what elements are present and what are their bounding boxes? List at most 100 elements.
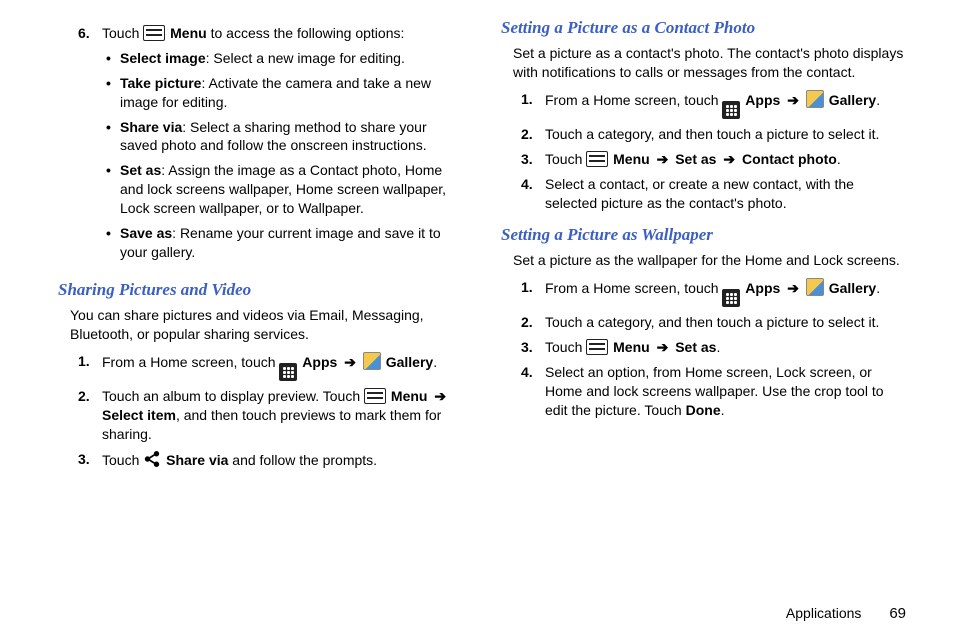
bullet-icon: • <box>106 118 120 137</box>
apps-label: Apps <box>302 354 337 370</box>
arrow-icon: ➔ <box>434 387 446 406</box>
page-footer: Applications 69 <box>786 605 906 622</box>
step-body: Touch Share via and follow the prompts. <box>102 450 463 470</box>
page-number: 69 <box>889 605 906 622</box>
sharing-intro: You can share pictures and videos via Em… <box>70 306 463 344</box>
option-title: Save as <box>120 225 172 241</box>
step-body: Select a contact, or create a new contac… <box>545 175 906 213</box>
option-title: Select image <box>120 50 206 66</box>
option-text: : Assign the image as a Contact photo, H… <box>120 162 446 216</box>
bullet-icon: • <box>106 224 120 243</box>
contactphoto-label: Contact photo <box>742 151 837 167</box>
step-number: 4. <box>521 175 545 194</box>
text: From a Home screen, touch <box>545 280 722 296</box>
step-number: 2. <box>521 313 545 332</box>
text: Touch <box>102 25 143 41</box>
text: From a Home screen, touch <box>102 354 279 370</box>
menu-label: Menu <box>613 151 650 167</box>
setas-label: Set as <box>675 339 716 355</box>
list-item: 4. Select an option, from Home screen, L… <box>521 363 906 420</box>
step-body: From a Home screen, touch Apps ➔ Gallery… <box>102 352 463 382</box>
footer-section: Applications <box>786 605 862 621</box>
text: Touch <box>545 151 586 167</box>
list-item: 1. From a Home screen, touch Apps ➔ Gall… <box>521 90 906 120</box>
setas-label: Set as <box>675 151 716 167</box>
step-body: Touch Menu ➔ Set as. <box>545 338 906 357</box>
list-item: 2. Touch a category, and then touch a pi… <box>521 313 906 332</box>
arrow-icon: ➔ <box>787 91 799 110</box>
step-6-list: 6. Touch Menu to access the following op… <box>78 24 463 268</box>
share-icon <box>143 450 161 468</box>
menu-icon <box>143 25 165 41</box>
arrow-icon: ➔ <box>723 150 735 169</box>
option-title: Set as <box>120 162 161 178</box>
list-item: •Set as: Assign the image as a Contact p… <box>106 161 463 218</box>
apps-icon <box>722 289 740 307</box>
done-label: Done <box>686 402 721 418</box>
bullet-icon: • <box>106 74 120 93</box>
share-via-label: Share via <box>166 452 228 468</box>
text: From a Home screen, touch <box>545 92 722 108</box>
list-item: 6. Touch Menu to access the following op… <box>78 24 463 268</box>
menu-label: Menu <box>391 388 428 404</box>
step-body: Touch Menu to access the following optio… <box>102 24 463 268</box>
apps-label: Apps <box>745 92 780 108</box>
heading-sharing: Sharing Pictures and Video <box>58 280 463 300</box>
list-item: 3. Touch Share via and follow the prompt… <box>78 450 463 470</box>
list-item: 3. Touch Menu ➔ Set as. <box>521 338 906 357</box>
heading-wallpaper: Setting a Picture as Wallpaper <box>501 225 906 245</box>
list-item: 2. Touch an album to display preview. To… <box>78 387 463 444</box>
list-item: 3. Touch Menu ➔ Set as ➔ Contact photo. <box>521 150 906 169</box>
menu-label: Menu <box>170 25 207 41</box>
option-title: Share via <box>120 119 182 135</box>
arrow-icon: ➔ <box>657 338 669 357</box>
heading-contact-photo: Setting a Picture as a Contact Photo <box>501 18 906 38</box>
sharing-steps: 1. From a Home screen, touch Apps ➔ Gall… <box>78 352 463 470</box>
text: . <box>721 402 725 418</box>
wallpaper-intro: Set a picture as the wallpaper for the H… <box>513 251 906 270</box>
step-number: 2. <box>78 387 102 406</box>
step-number: 1. <box>521 278 545 297</box>
step-body: From a Home screen, touch Apps ➔ Gallery… <box>545 278 906 308</box>
right-column: Setting a Picture as a Contact Photo Set… <box>501 18 906 626</box>
left-column: 6. Touch Menu to access the following op… <box>58 18 463 626</box>
bullet-icon: • <box>106 161 120 180</box>
contact-steps: 1. From a Home screen, touch Apps ➔ Gall… <box>521 90 906 213</box>
step-number: 6. <box>78 24 102 43</box>
gallery-label: Gallery <box>829 92 876 108</box>
step-number: 4. <box>521 363 545 382</box>
list-item: 2. Touch a category, and then touch a pi… <box>521 125 906 144</box>
step-body: Touch a category, and then touch a pictu… <box>545 125 906 144</box>
list-item: 4. Select a contact, or create a new con… <box>521 175 906 213</box>
step-body: Touch Menu ➔ Set as ➔ Contact photo. <box>545 150 906 169</box>
text: to access the following options: <box>211 25 405 41</box>
text: . <box>433 354 437 370</box>
apps-icon <box>722 101 740 119</box>
step-body: From a Home screen, touch Apps ➔ Gallery… <box>545 90 906 120</box>
gallery-icon <box>806 278 824 296</box>
document-page: 6. Touch Menu to access the following op… <box>0 0 954 636</box>
step-number: 3. <box>521 150 545 169</box>
step-number: 3. <box>78 450 102 469</box>
apps-label: Apps <box>745 280 780 296</box>
menu-label: Menu <box>613 339 650 355</box>
step-number: 1. <box>521 90 545 109</box>
arrow-icon: ➔ <box>344 353 356 372</box>
text: . <box>876 280 880 296</box>
step-body: Touch an album to display preview. Touch… <box>102 387 463 444</box>
wallpaper-steps: 1. From a Home screen, touch Apps ➔ Gall… <box>521 278 906 420</box>
step-number: 3. <box>521 338 545 357</box>
step-body: Touch a category, and then touch a pictu… <box>545 313 906 332</box>
text: Touch <box>545 339 586 355</box>
menu-icon <box>586 339 608 355</box>
apps-icon <box>279 363 297 381</box>
text: Touch <box>102 452 143 468</box>
text: . <box>876 92 880 108</box>
text: and follow the prompts. <box>228 452 377 468</box>
gallery-label: Gallery <box>829 280 876 296</box>
list-item: •Share via: Select a sharing method to s… <box>106 118 463 156</box>
arrow-icon: ➔ <box>787 279 799 298</box>
list-item: •Select image: Select a new image for ed… <box>106 49 463 68</box>
gallery-icon <box>363 352 381 370</box>
option-title: Take picture <box>120 75 201 91</box>
